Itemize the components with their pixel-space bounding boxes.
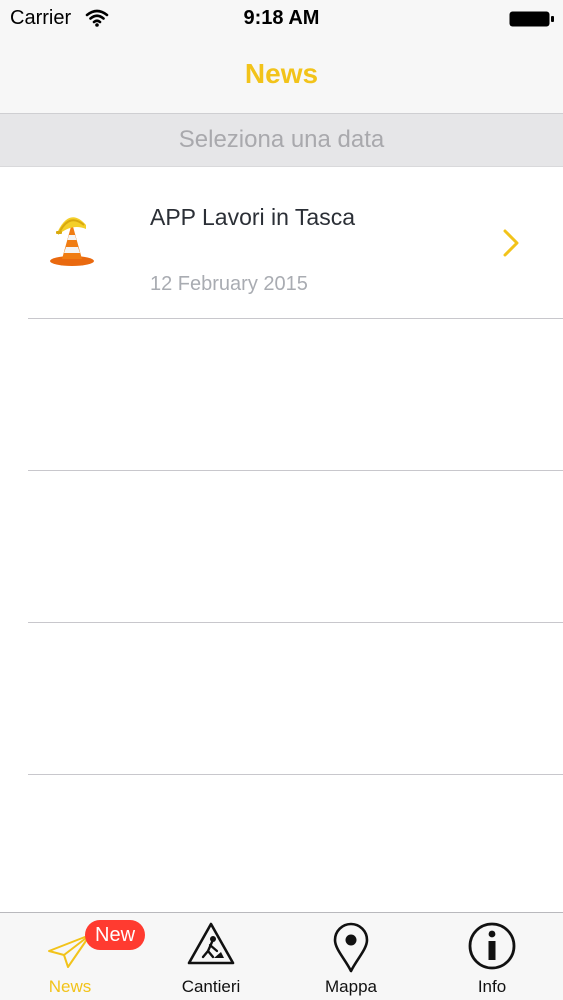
empty-list-row <box>0 623 563 775</box>
news-list: APP Lavori in Tasca 12 February 2015 <box>0 167 563 775</box>
status-time: 9:18 AM <box>243 7 320 29</box>
row-divider <box>28 774 563 775</box>
empty-list-row <box>0 471 563 623</box>
chevron-right-icon <box>503 229 519 257</box>
tab-mappa[interactable]: Mappa <box>281 913 421 1000</box>
info-icon <box>468 922 516 970</box>
map-pin-icon <box>333 922 369 973</box>
battery-icon <box>509 11 554 27</box>
navigation-header: Carrier 9:18 AM News <box>0 0 563 114</box>
tab-label: News <box>48 977 92 996</box>
date-selector-label: Seleziona una data <box>178 126 385 153</box>
news-date: 12 February 2015 <box>150 273 308 295</box>
tab-label: Info <box>477 977 507 996</box>
tab-label: Cantieri <box>181 977 241 996</box>
status-bar: Carrier 9:18 AM <box>0 0 563 40</box>
news-list-item[interactable]: APP Lavori in Tasca 12 February 2015 <box>0 167 563 319</box>
tab-cantieri[interactable]: Cantieri <box>141 913 281 1000</box>
tab-news[interactable]: New News <box>0 913 146 1000</box>
news-title: APP Lavori in Tasca <box>150 204 355 230</box>
page-title: News <box>244 58 319 89</box>
news-screen: Carrier 9:18 AM News Seleziona una data <box>0 0 563 1000</box>
tab-label: Mappa <box>325 977 377 996</box>
new-badge: New <box>85 920 146 950</box>
tab-info[interactable]: Info <box>422 913 562 1000</box>
traffic-cone-helmet-icon <box>50 217 94 266</box>
tab-bar: New News Cantieri Mappa Info <box>0 912 563 1000</box>
date-selector[interactable]: Seleziona una data <box>0 114 563 167</box>
roadwork-sign-icon <box>187 922 235 965</box>
empty-list-row <box>0 319 563 471</box>
